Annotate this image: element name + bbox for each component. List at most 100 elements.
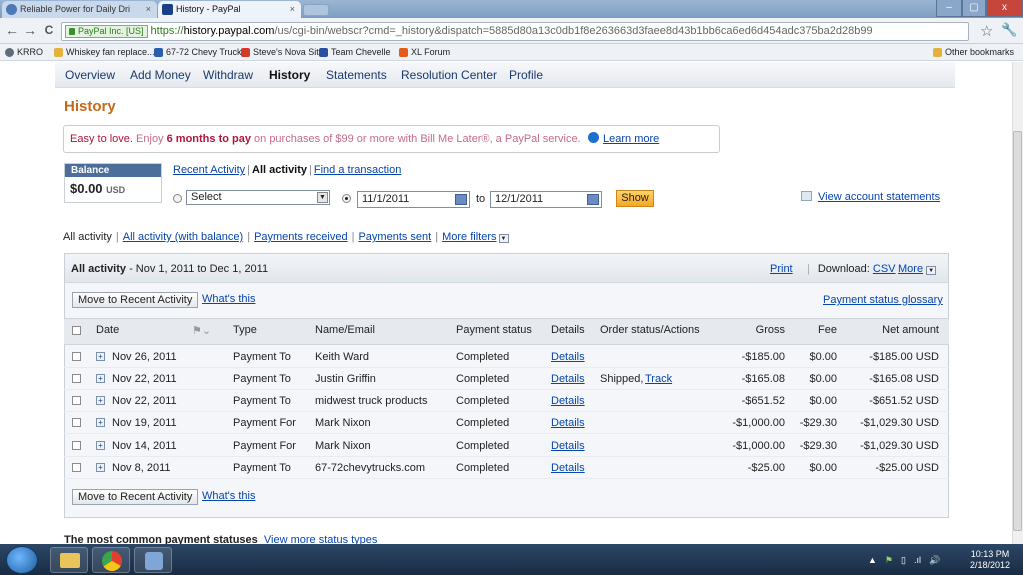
download-csv-link[interactable]: CSV xyxy=(873,263,896,275)
forward-arrow-icon[interactable]: → xyxy=(23,23,37,37)
filter-payments-sent[interactable]: Payments sent xyxy=(358,231,431,243)
address-bar[interactable]: PayPal Inc. [US] https://history.paypal.c… xyxy=(61,22,969,41)
nav-resolution-center[interactable]: Resolution Center xyxy=(401,68,497,82)
tray-app-icon[interactable]: ⚑ xyxy=(885,555,893,565)
track-link[interactable]: Track xyxy=(645,373,672,385)
tab-history-paypal[interactable]: History - PayPal × xyxy=(158,1,301,18)
row-checkbox[interactable] xyxy=(72,463,81,472)
learn-more-link[interactable]: Learn more xyxy=(588,126,659,152)
from-date-field[interactable]: 11/1/2011 xyxy=(357,191,470,208)
calendar-icon[interactable] xyxy=(587,194,599,205)
chevron-down-icon[interactable]: ▼ xyxy=(498,234,509,243)
nav-profile[interactable]: Profile xyxy=(509,68,543,82)
move-to-recent-button[interactable]: Move to Recent Activity xyxy=(72,489,199,505)
bookmark-star-icon[interactable]: ☆ xyxy=(980,22,993,40)
paint-taskbar-button[interactable] xyxy=(134,547,172,573)
row-gross: -$1,000.00 xyxy=(732,440,785,452)
expand-plus-icon[interactable]: + xyxy=(96,441,105,450)
print-link[interactable]: Print xyxy=(770,263,793,275)
start-button[interactable] xyxy=(6,546,38,574)
row-details-link[interactable]: Details xyxy=(551,395,585,407)
chrome-taskbar-button[interactable] xyxy=(92,547,130,573)
bookmark-whiskey[interactable]: Whiskey fan replace... xyxy=(53,46,155,59)
row-details-link[interactable]: Details xyxy=(551,373,585,385)
nav-overview[interactable]: Overview xyxy=(65,68,115,82)
row-checkbox[interactable] xyxy=(72,352,81,361)
back-arrow-icon[interactable]: ← xyxy=(5,23,19,37)
flag-icon[interactable]: ⚑⌄ xyxy=(192,324,211,337)
scrollbar-thumb[interactable] xyxy=(1013,131,1022,531)
balance-amount: $0.00 USD xyxy=(70,181,126,196)
clock[interactable]: 10:13 PM 2/18/2012 xyxy=(960,549,1020,571)
battery-icon[interactable]: ▯ xyxy=(901,555,906,565)
to-date-field[interactable]: 12/1/2011 xyxy=(490,191,602,208)
maximize-button[interactable]: ▢ xyxy=(962,0,986,17)
view-statements-link[interactable]: View account statements xyxy=(801,191,940,203)
bookmark-chevelle[interactable]: Team Chevelle xyxy=(318,46,391,59)
other-bookmarks[interactable]: Other bookmarks xyxy=(932,46,1014,59)
explorer-taskbar-button[interactable] xyxy=(50,547,88,573)
expand-plus-icon[interactable]: + xyxy=(96,374,105,383)
row-fee: $0.00 xyxy=(809,351,837,363)
row-net: -$185.00 USD xyxy=(869,351,939,363)
row-checkbox[interactable] xyxy=(72,418,81,427)
clock-date: 2/18/2012 xyxy=(969,560,1011,570)
show-button[interactable]: Show xyxy=(616,190,654,207)
row-checkbox[interactable] xyxy=(72,396,81,405)
promo-lead: Easy to love. xyxy=(70,133,133,145)
bookmark-icon xyxy=(5,48,14,57)
row-checkbox[interactable] xyxy=(72,374,81,383)
row-details-link[interactable]: Details xyxy=(551,351,585,363)
select-all-checkbox[interactable] xyxy=(72,326,81,335)
ev-certificate-badge[interactable]: PayPal Inc. [US] xyxy=(65,25,148,38)
bookmark-chevy-trucks[interactable]: 67-72 Chevy Trucks xyxy=(153,46,246,59)
nav-statements[interactable]: Statements xyxy=(326,68,387,82)
whats-this-link[interactable]: What's this xyxy=(202,490,255,502)
show-hidden-icons-icon[interactable]: ▲ xyxy=(868,555,877,565)
document-icon xyxy=(801,191,812,201)
volume-icon[interactable]: 🔊 xyxy=(929,555,940,565)
new-tab-button[interactable] xyxy=(303,4,329,16)
recent-activity-link[interactable]: Recent Activity xyxy=(173,164,245,176)
more-menu[interactable]: More ▼ xyxy=(898,263,937,275)
nav-history[interactable]: History xyxy=(269,68,310,82)
row-checkbox[interactable] xyxy=(72,441,81,450)
expand-plus-icon[interactable]: + xyxy=(96,463,105,472)
tab-close-icon[interactable]: × xyxy=(290,1,295,17)
minimize-button[interactable]: – xyxy=(936,0,962,17)
row-details-link[interactable]: Details xyxy=(551,440,585,452)
payment-status-glossary-link[interactable]: Payment status glossary xyxy=(823,294,943,306)
expand-plus-icon[interactable]: + xyxy=(96,396,105,405)
bookmarks-bar: KRRO Whiskey fan replace... 67-72 Chevy … xyxy=(0,44,1023,61)
row-details-link[interactable]: Details xyxy=(551,417,585,429)
calendar-icon[interactable] xyxy=(455,194,467,205)
bookmark-krro[interactable]: KRRO xyxy=(4,46,43,59)
reload-icon[interactable]: C xyxy=(42,23,56,37)
expand-plus-icon[interactable]: + xyxy=(96,352,105,361)
date-range-radio[interactable] xyxy=(342,194,351,203)
filter-with-balance[interactable]: All activity (with balance) xyxy=(123,231,243,243)
network-icon[interactable]: .ıl xyxy=(914,555,921,565)
select-filter-radio[interactable] xyxy=(173,194,182,203)
close-window-button[interactable]: x xyxy=(986,0,1023,17)
tab-reliable-power[interactable]: Reliable Power for Daily Dri × xyxy=(2,1,157,18)
chevron-down-icon: ▼ xyxy=(926,266,937,275)
move-to-recent-button[interactable]: Move to Recent Activity xyxy=(72,292,199,308)
col-date[interactable]: Date xyxy=(96,324,119,336)
tab-close-icon[interactable]: × xyxy=(146,1,151,17)
nav-add-money[interactable]: Add Money xyxy=(130,68,191,82)
bookmark-xl-forum[interactable]: XL Forum xyxy=(398,46,450,59)
expand-plus-icon[interactable]: + xyxy=(96,418,105,427)
wrench-icon[interactable]: 🔧 xyxy=(1001,22,1017,38)
whats-this-link[interactable]: What's this xyxy=(202,293,255,305)
nav-withdraw[interactable]: Withdraw xyxy=(203,68,253,82)
more-filters-link[interactable]: More filters xyxy=(442,231,496,243)
transaction-type-select[interactable]: Select ▼ xyxy=(186,190,330,205)
promo-text: Enjoy xyxy=(132,133,167,145)
row-gross: -$185.00 xyxy=(741,351,785,363)
filter-payments-received[interactable]: Payments received xyxy=(254,231,348,243)
col-type: Type xyxy=(233,324,257,336)
row-details-link[interactable]: Details xyxy=(551,462,585,474)
find-transaction-link[interactable]: Find a transaction xyxy=(314,164,401,176)
bookmark-nova[interactable]: Steve's Nova Site xyxy=(240,46,324,59)
